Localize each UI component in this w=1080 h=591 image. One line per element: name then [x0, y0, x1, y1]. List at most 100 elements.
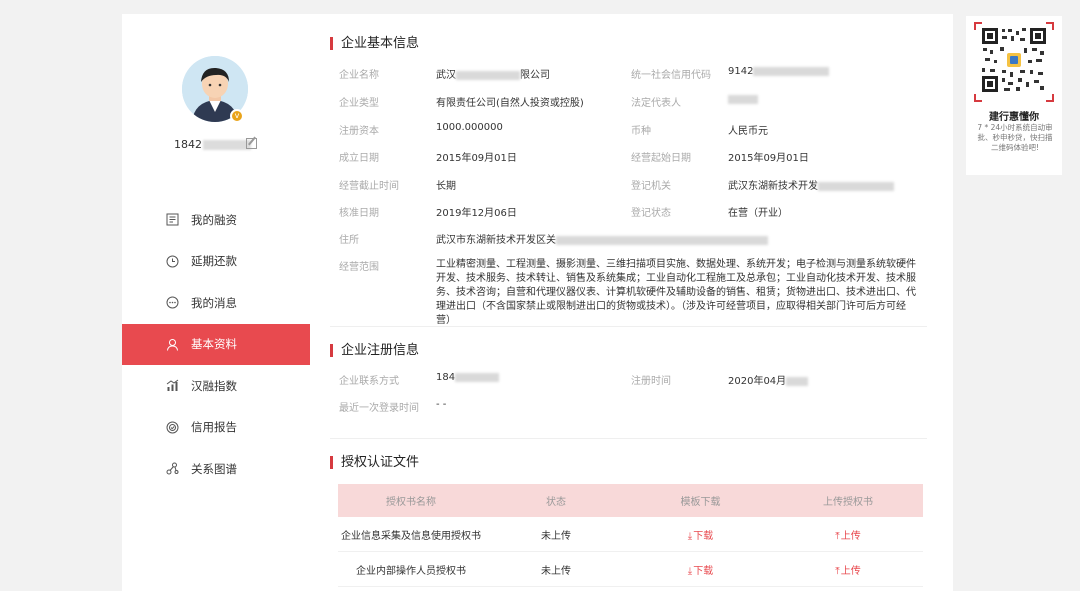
- sidebar-item-deferred-repayment[interactable]: 延期还款: [122, 241, 310, 283]
- field-label: 企业联系方式: [339, 376, 399, 387]
- masked-text: [753, 66, 830, 76]
- masked-text: [786, 376, 809, 386]
- field-label: 核准日期: [339, 208, 379, 219]
- sidebar-item-messages[interactable]: 我的消息: [122, 282, 310, 324]
- phone-prefix: 1842: [174, 138, 202, 151]
- field-label: 注册时间: [631, 376, 671, 387]
- qr-promo-card: 建行惠懂你 7 * 24小时系统自动审批、秒申秒贷，快扫描二维码体验吧!: [966, 16, 1062, 175]
- divider: [330, 326, 927, 327]
- field-label: 经营截止时间: [339, 181, 399, 192]
- table-header: 授权书名称 状态 模板下载 上传授权书: [338, 484, 923, 517]
- masked-text: [455, 372, 500, 382]
- sidebar-item-label: 汉融指数: [191, 378, 237, 393]
- field-value: 1000.000000: [436, 122, 503, 133]
- field-value: 人民币元: [728, 126, 768, 137]
- register-time-value: 2020年04月: [728, 372, 809, 387]
- table-row: 企业信息采集及信息使用授权书 未上传 ⤓下载 ⤒上传: [338, 517, 923, 552]
- field-label: 住所: [339, 235, 359, 246]
- field-value: 有限责任公司(自然人投资或控股): [436, 98, 584, 109]
- auth-file-name: 企业信息采集及信息使用授权书: [341, 530, 481, 542]
- sidebar-item-label: 我的融资: [191, 212, 237, 227]
- field-value: 2019年12月06日: [436, 208, 517, 219]
- field-label: 统一社会信用代码: [631, 70, 711, 81]
- message-icon: [166, 296, 179, 309]
- business-scope-value: 工业精密测量、工程测量、摄影测量、三维扫描项目实施、数据处理、系统开发；电子检测…: [436, 259, 916, 326]
- contact-prefix: 184: [436, 372, 456, 383]
- download-label: 下载: [693, 530, 714, 542]
- auth-file-status: 未上传: [541, 565, 571, 577]
- field-label: 最近一次登录时间: [339, 403, 419, 414]
- field-value: 在营（开业）: [728, 208, 788, 219]
- field-label: 成立日期: [339, 153, 379, 164]
- chart-icon: [166, 379, 179, 391]
- upload-icon: ⤒: [835, 530, 840, 542]
- register-time-prefix: 2020年04月: [728, 376, 787, 387]
- field-label: 法定代表人: [631, 98, 681, 109]
- field-value: 2015年09月01日: [436, 153, 517, 164]
- report-icon: [166, 421, 179, 433]
- download-template-button[interactable]: ⤓下载: [628, 562, 773, 577]
- graph-icon: [166, 462, 179, 475]
- sidebar-item-label: 延期还款: [191, 254, 237, 269]
- auth-files-table: 授权书名称 状态 模板下载 上传授权书 企业信息采集及信息使用授权书 未上传 ⤓…: [338, 484, 923, 587]
- company-name-value: 武汉 限公司: [436, 66, 550, 81]
- field-label: 经营范围: [339, 262, 379, 273]
- column-header: 授权书名称: [386, 497, 436, 508]
- phone-masked: [203, 140, 251, 150]
- auth-file-name: 企业内部操作人员授权书: [356, 565, 466, 577]
- download-template-button[interactable]: ⤓下载: [628, 527, 773, 542]
- user-phone: 1842: [174, 138, 251, 151]
- credit-code-value: 9142: [728, 66, 830, 77]
- section-title-auth-files: 授权认证文件: [330, 456, 419, 469]
- company-name-prefix: 武汉: [436, 70, 456, 81]
- last-login-value: - -: [436, 399, 447, 410]
- clock-icon: [166, 255, 179, 267]
- upload-auth-button[interactable]: ⤒上传: [773, 527, 923, 542]
- qr-frame-corner: [1046, 94, 1054, 102]
- contact-value: 184: [436, 372, 500, 383]
- sidebar-item-label: 信用报告: [191, 420, 237, 435]
- sidebar: v 1842 我的融资 延期还款 我的消息 基本资料 汉融指数 信用报告 关系图…: [122, 14, 310, 591]
- qr-code-icon[interactable]: [980, 26, 1048, 94]
- address-value: 武汉市东湖新技术开发区关: [436, 231, 768, 246]
- masked-text: [818, 181, 894, 191]
- sidebar-item-label: 基本资料: [191, 337, 237, 352]
- authority-prefix: 武汉东湖新技术开发: [728, 181, 818, 192]
- upload-label: 上传: [840, 565, 861, 577]
- upload-label: 上传: [840, 530, 861, 542]
- edit-icon[interactable]: [246, 138, 257, 149]
- credit-code-prefix: 9142: [728, 66, 754, 77]
- column-header: 状态: [546, 497, 566, 508]
- sidebar-item-credit-report[interactable]: 信用报告: [122, 407, 310, 449]
- field-label: 登记状态: [631, 208, 671, 219]
- sidebar-item-index[interactable]: 汉融指数: [122, 365, 310, 407]
- sidebar-item-financing[interactable]: 我的融资: [122, 199, 310, 241]
- upload-auth-button[interactable]: ⤒上传: [773, 562, 923, 577]
- column-header: 模板下载: [680, 497, 721, 508]
- vip-badge-icon: v: [230, 109, 244, 123]
- download-icon: ⤓: [687, 530, 693, 542]
- upload-icon: ⤒: [835, 565, 840, 577]
- divider: [330, 438, 927, 439]
- sidebar-item-basic-info[interactable]: 基本资料: [122, 323, 310, 365]
- registration-authority-value: 武汉东湖新技术开发: [728, 177, 894, 192]
- field-label: 登记机关: [631, 181, 671, 192]
- main-content: 企业基本信息 企业名称 武汉 限公司 统一社会信用代码 9142 企业类型 有限责…: [310, 14, 953, 591]
- field-label: 经营起始日期: [631, 153, 691, 164]
- field-label: 币种: [631, 126, 651, 137]
- auth-file-status: 未上传: [541, 530, 571, 542]
- legal-rep-value: [728, 94, 758, 105]
- sidebar-nav: 我的融资 延期还款 我的消息 基本资料 汉融指数 信用报告 关系图谱: [122, 199, 310, 490]
- qr-description: 7 * 24小时系统自动审批、秒申秒贷，快扫描二维码体验吧!: [977, 123, 1053, 152]
- qr-title: 建行惠懂你: [989, 112, 1039, 123]
- address-prefix: 武汉市东湖新技术开发区关: [436, 235, 556, 246]
- masked-text: [556, 235, 768, 245]
- user-icon: [167, 338, 178, 351]
- sidebar-item-label: 我的消息: [191, 295, 237, 310]
- finance-icon: [166, 213, 179, 226]
- section-title-basic-info: 企业基本信息: [330, 37, 419, 50]
- masked-text: [728, 94, 758, 104]
- field-label: 企业类型: [339, 98, 379, 109]
- download-icon: ⤓: [687, 565, 693, 577]
- sidebar-item-relation-graph[interactable]: 关系图谱: [122, 448, 310, 490]
